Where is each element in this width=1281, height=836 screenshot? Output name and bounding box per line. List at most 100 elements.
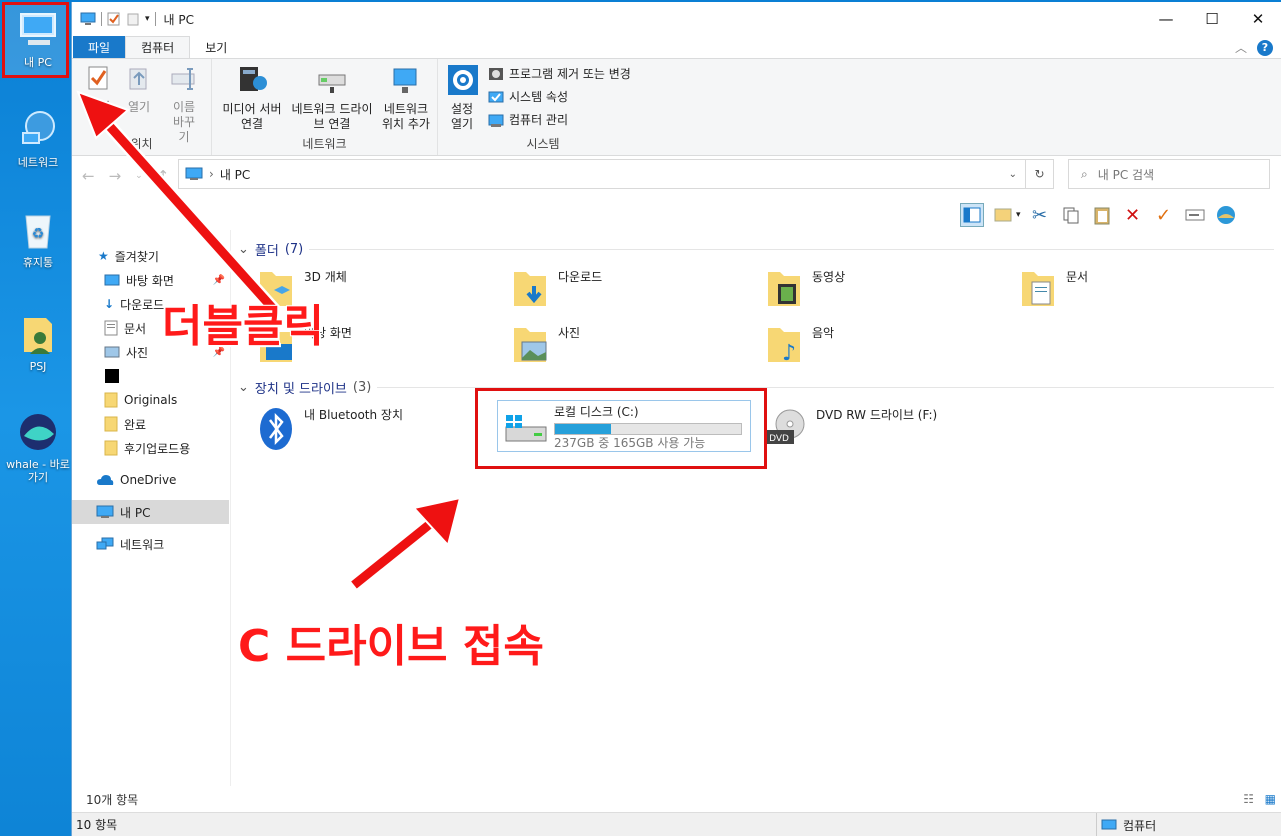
- network-drive-icon: [288, 65, 376, 99]
- nav-item-label: 사진: [126, 345, 149, 360]
- ribbon-group-system: 설정 열기 프로그램 제거 또는 변경 시스템 속성 컴퓨터 관리 시스템: [438, 59, 648, 155]
- whale-browser-icon: [16, 410, 60, 454]
- details-view-icon[interactable]: ☷: [1243, 792, 1254, 806]
- nav-item-label: 완료: [124, 417, 147, 432]
- address-bar[interactable]: › 내 PC ⌄: [178, 159, 1026, 189]
- black-square-icon: [105, 369, 119, 383]
- tab-view[interactable]: 보기: [190, 36, 242, 58]
- folder-label: 사진: [558, 326, 581, 340]
- minimize-button[interactable]: —: [1143, 2, 1189, 36]
- up-arrow-icon[interactable]: ↑: [157, 167, 170, 185]
- refresh-button[interactable]: ↻: [1026, 159, 1054, 189]
- uninstall-program-button[interactable]: 프로그램 제거 또는 변경: [488, 65, 631, 82]
- nav-item-review-upload[interactable]: 후기업로드용: [72, 436, 229, 460]
- desktop-icon-recycle-bin[interactable]: ♻ 휴지통: [3, 208, 73, 269]
- rename-field-icon[interactable]: [1183, 203, 1207, 227]
- nav-this-pc-label: 내 PC: [120, 505, 151, 520]
- nav-network-label: 네트워크: [120, 537, 165, 552]
- this-pc-small-icon: [185, 167, 203, 180]
- quick-access-toolbar: ▾: [80, 12, 156, 26]
- qat-separator: [101, 12, 102, 26]
- star-icon: ★: [98, 249, 109, 263]
- ribbon-collapse-icon[interactable]: ︿: [1235, 39, 1247, 56]
- recent-dropdown-icon[interactable]: ⌄: [135, 171, 143, 181]
- documents-folder-icon: [1020, 268, 1056, 308]
- open-button[interactable]: 열기: [124, 65, 154, 115]
- rename-button[interactable]: 이름 바꾸기: [164, 65, 204, 145]
- videos-folder-icon: [766, 268, 802, 308]
- annotation-connect-c: C 드라이브 접속: [237, 620, 545, 673]
- nav-network[interactable]: 네트워크: [72, 532, 229, 556]
- desktop-icon-label: 네트워크: [17, 156, 59, 169]
- tiles-view-icon[interactable]: ▦: [1265, 792, 1276, 806]
- qat-dropdown-icon[interactable]: ▾: [145, 14, 150, 24]
- desktop-icon-network[interactable]: 네트워크: [3, 108, 73, 169]
- folder-videos[interactable]: 동영상: [766, 268, 845, 318]
- cloud-icon: [97, 475, 114, 485]
- folder-label: 다운로드: [558, 270, 603, 284]
- media-server-button[interactable]: 미디어 서버 연결: [216, 65, 288, 132]
- device-dvd[interactable]: DVD DVD RW 드라이브 (F:): [762, 406, 937, 456]
- nav-item-black[interactable]: [72, 364, 229, 388]
- folder-pictures[interactable]: 사진: [512, 324, 580, 374]
- preview-pane-icon[interactable]: [960, 203, 984, 227]
- new-folder-icon[interactable]: [126, 12, 140, 26]
- status-bar: 10 항목 컴퓨터: [72, 812, 1281, 836]
- folder-music[interactable]: ♪ 음악: [766, 324, 834, 374]
- program-icon: [489, 67, 503, 80]
- shell-globe-icon[interactable]: [1214, 203, 1238, 227]
- computer-management-icon: [488, 114, 504, 127]
- desktop-icon-this-pc[interactable]: 내 PC: [3, 8, 73, 69]
- folders-header-label: 폴더: [254, 244, 279, 259]
- copy-icon[interactable]: [1059, 203, 1083, 227]
- qat-separator: [154, 12, 156, 26]
- nav-quick-access[interactable]: ★ 즐겨찾기: [72, 244, 229, 268]
- paste-icon[interactable]: [1090, 203, 1114, 227]
- folders-section-header[interactable]: ⌄ 폴더 (7): [238, 240, 1274, 259]
- nav-this-pc[interactable]: 내 PC: [72, 500, 229, 524]
- map-network-drive-label: 네트워크 드라이브 연결: [291, 102, 373, 131]
- desktop-icon-psj[interactable]: PSJ: [3, 312, 73, 373]
- properties-button[interactable]: 속성: [84, 65, 114, 115]
- folder-icon: [104, 392, 118, 408]
- forward-arrow-icon[interactable]: →: [109, 167, 122, 185]
- close-button[interactable]: ✕: [1235, 2, 1281, 36]
- address-dropdown-icon[interactable]: ⌄: [1009, 169, 1017, 180]
- svg-text:♪: ♪: [782, 341, 796, 364]
- layout-dropdown-icon[interactable]: ▾: [1016, 210, 1021, 220]
- map-network-drive-button[interactable]: 네트워크 드라이브 연결: [288, 65, 376, 132]
- section-divider: [309, 249, 1274, 250]
- nav-item-label: 후기업로드용: [124, 441, 191, 456]
- nav-item-desktop[interactable]: 바탕 화면 📌: [72, 268, 229, 292]
- device-bluetooth[interactable]: 내 Bluetooth 장치: [258, 406, 403, 456]
- search-placeholder: 내 PC 검색: [1097, 167, 1155, 182]
- properties-check-icon[interactable]: [107, 12, 121, 26]
- item-count: 10개 항목: [86, 792, 139, 807]
- devices-header-label: 장치 및 드라이브: [254, 382, 347, 397]
- folder-downloads[interactable]: 다운로드: [512, 268, 602, 318]
- tab-file[interactable]: 파일: [73, 36, 126, 58]
- system-properties-button[interactable]: 시스템 속성: [488, 88, 568, 105]
- tab-computer[interactable]: 컴퓨터: [125, 36, 191, 58]
- search-input[interactable]: ⌕ 내 PC 검색: [1068, 159, 1270, 189]
- nav-item-done[interactable]: 완료: [72, 412, 229, 436]
- maximize-button[interactable]: ☐: [1189, 2, 1235, 36]
- add-network-location-button[interactable]: 네트워크 위치 추가: [376, 65, 436, 132]
- nav-onedrive[interactable]: OneDrive: [72, 468, 229, 492]
- back-arrow-icon[interactable]: ←: [82, 167, 95, 185]
- nav-item-originals[interactable]: Originals: [72, 388, 229, 412]
- desktop-icon-whale[interactable]: whale - 바로 가기: [3, 410, 73, 484]
- computer-management-button[interactable]: 컴퓨터 관리: [488, 111, 568, 128]
- ribbon-right-controls: ︿ ?: [1235, 39, 1273, 56]
- desktop-icon-label: PSJ: [29, 360, 47, 373]
- open-settings-button[interactable]: 설정 열기: [442, 65, 482, 132]
- layout-icon[interactable]: [991, 203, 1015, 227]
- checkmark-icon[interactable]: ✓: [1152, 203, 1176, 227]
- folder-documents[interactable]: 문서: [1020, 268, 1088, 318]
- delete-icon[interactable]: ✕: [1121, 203, 1145, 227]
- this-pc-small-icon: [96, 505, 114, 518]
- network-location-icon: [376, 65, 436, 99]
- cut-icon[interactable]: ✂: [1028, 203, 1052, 227]
- help-icon[interactable]: ?: [1257, 39, 1273, 56]
- pin-icon: 📌: [212, 274, 225, 286]
